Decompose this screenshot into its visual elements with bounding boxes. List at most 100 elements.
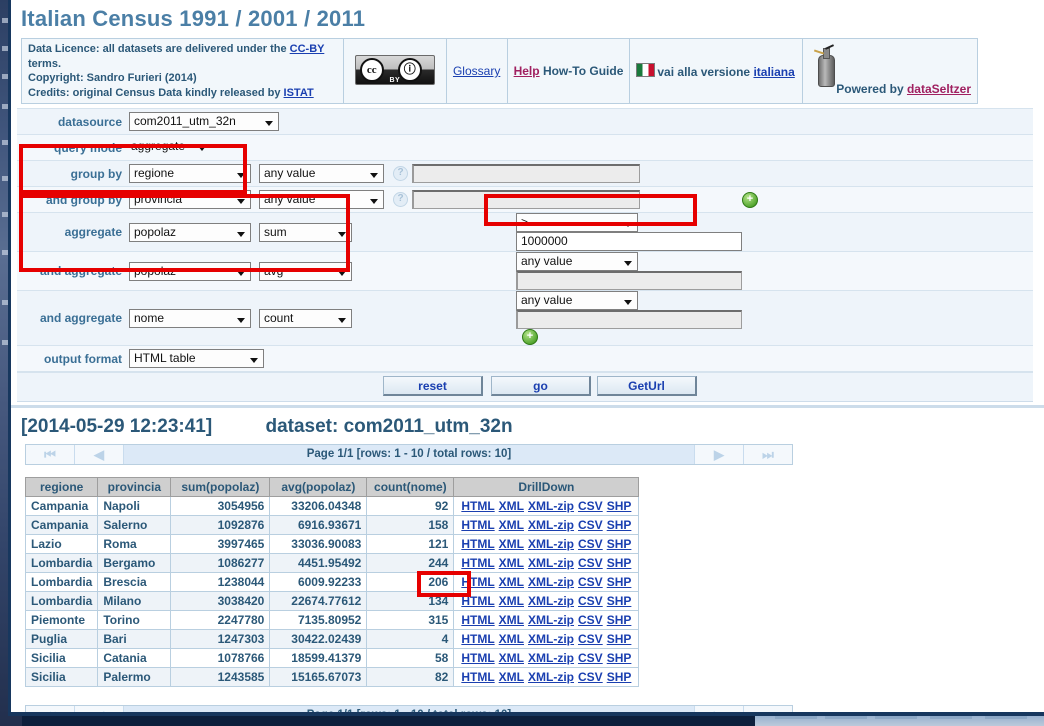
drilldown-html-link[interactable]: HTML [461, 613, 494, 627]
drilldown-xml-link[interactable]: XML [499, 556, 524, 570]
drilldown-xmlzip-link[interactable]: XML-zip [528, 632, 574, 646]
pager-next-button-top[interactable]: ▶ [694, 445, 743, 464]
aggregate2-field-select[interactable]: popolaz [129, 261, 251, 281]
cell-avg-popolaz: 33036.90083 [269, 534, 368, 554]
drilldown-xmlzip-link[interactable]: XML-zip [528, 518, 574, 532]
drilldown-html-link[interactable]: HTML [461, 556, 494, 570]
drilldown-shp-link[interactable]: SHP [607, 575, 632, 589]
group-by-filter-select[interactable]: any value [259, 164, 384, 183]
drilldown-csv-link[interactable]: CSV [578, 670, 603, 684]
drilldown-xml-link[interactable]: XML [499, 499, 524, 513]
aggregate1-value-input[interactable]: 1000000 [516, 232, 742, 251]
cc-by-link[interactable]: CC-BY [290, 43, 325, 55]
drilldown-shp-link[interactable]: SHP [607, 499, 632, 513]
aggregate3-field-select[interactable]: nome [129, 308, 251, 328]
drilldown-xmlzip-link[interactable]: XML-zip [528, 499, 574, 513]
drilldown-xml-link[interactable]: XML [499, 632, 524, 646]
aggregate1-operator-select[interactable]: > [516, 213, 638, 232]
pager-top: ⏮ ◀ Page 1/1 [rows: 1 - 10 / total rows:… [25, 444, 793, 465]
drilldown-html-link[interactable]: HTML [461, 651, 494, 665]
drilldown-csv-link[interactable]: CSV [578, 556, 603, 570]
drilldown-xml-link[interactable]: XML [499, 537, 524, 551]
pager-prev-button-bottom[interactable]: ◀ [75, 706, 124, 712]
group-by-field-select[interactable]: regione [129, 164, 251, 183]
pager-last-button-bottom[interactable]: ⏭ [743, 706, 792, 712]
pager-prev-button-top[interactable]: ◀ [75, 445, 124, 464]
pager-last-button-top[interactable]: ⏭ [743, 445, 792, 464]
drilldown-html-link[interactable]: HTML [461, 575, 494, 589]
aggregate3-function-select[interactable]: count [259, 308, 352, 328]
drilldown-csv-link[interactable]: CSV [578, 651, 603, 665]
drilldown-csv-link[interactable]: CSV [578, 613, 603, 627]
and-group-by-value-input[interactable] [412, 190, 640, 209]
aggregate1-function-select[interactable]: sum [259, 222, 352, 242]
drilldown-html-link[interactable]: HTML [461, 518, 494, 532]
drilldown-xml-link[interactable]: XML [499, 670, 524, 684]
glossary-link[interactable]: Glossary [453, 64, 500, 78]
drilldown-csv-link[interactable]: CSV [578, 518, 603, 532]
help-link[interactable]: Help [514, 64, 540, 78]
drilldown-html-link[interactable]: HTML [461, 670, 494, 684]
drilldown-html-link[interactable]: HTML [461, 632, 494, 646]
drilldown-csv-link[interactable]: CSV [578, 499, 603, 513]
drilldown-shp-link[interactable]: SHP [607, 537, 632, 551]
drilldown-html-link[interactable]: HTML [461, 499, 494, 513]
drilldown-xmlzip-link[interactable]: XML-zip [528, 537, 574, 551]
istat-link[interactable]: ISTAT [284, 87, 314, 99]
group-by-value-input[interactable] [412, 164, 640, 183]
aggregate1-field-select[interactable]: popolaz [129, 222, 251, 242]
help-icon[interactable]: ? [393, 166, 408, 182]
query-mode-select[interactable]: aggregate [129, 138, 211, 157]
pager-first-button-bottom[interactable]: ⏮ [26, 706, 75, 712]
drilldown-shp-link[interactable]: SHP [607, 613, 632, 627]
drilldown-xmlzip-link[interactable]: XML-zip [528, 594, 574, 608]
licence-header-table: Data Licence: all datasets are delivered… [21, 38, 978, 104]
drilldown-xmlzip-link[interactable]: XML-zip [528, 613, 574, 627]
drilldown-shp-link[interactable]: SHP [607, 670, 632, 684]
drilldown-shp-link[interactable]: SHP [607, 518, 632, 532]
drilldown-csv-link[interactable]: CSV [578, 632, 603, 646]
dataseltzer-link[interactable]: dataSeltzer [907, 82, 971, 96]
reset-button[interactable]: reset [383, 376, 483, 396]
drilldown-xmlzip-link[interactable]: XML-zip [528, 575, 574, 589]
drilldown-xml-link[interactable]: XML [499, 518, 524, 532]
aggregate3-operator-select[interactable]: any value [516, 291, 638, 310]
go-button[interactable]: go [491, 376, 591, 396]
drilldown-xmlzip-link[interactable]: XML-zip [528, 670, 574, 684]
and-group-by-filter-select[interactable]: any value [259, 190, 384, 209]
drilldown-xml-link[interactable]: XML [499, 575, 524, 589]
aggregate3-value-input[interactable] [516, 310, 742, 329]
drilldown-html-link[interactable]: HTML [461, 537, 494, 551]
copyright-line: Copyright: Sandro Furieri (2014) [28, 72, 197, 84]
drilldown-xml-link[interactable]: XML [499, 613, 524, 627]
drilldown-shp-link[interactable]: SHP [607, 651, 632, 665]
drilldown-xmlzip-link[interactable]: XML-zip [528, 651, 574, 665]
drilldown-csv-link[interactable]: CSV [578, 594, 603, 608]
and-group-by-field-select[interactable]: provincia [129, 190, 251, 209]
drilldown-xmlzip-link[interactable]: XML-zip [528, 556, 574, 570]
drilldown-csv-link[interactable]: CSV [578, 537, 603, 551]
aggregate2-value-input[interactable] [516, 271, 742, 290]
pager-first-button-top[interactable]: ⏮ [26, 445, 75, 464]
drilldown-csv-link[interactable]: CSV [578, 575, 603, 589]
col-regione: regione [24, 477, 99, 497]
aggregate2-operator-select[interactable]: any value [516, 252, 638, 271]
drilldown-shp-link[interactable]: SHP [607, 632, 632, 646]
table-row: Lombardia Brescia 1238044 6009.92233 206 HTML… [24, 572, 640, 592]
drilldown-html-link[interactable]: HTML [461, 594, 494, 608]
help-icon[interactable]: ? [393, 192, 408, 208]
drilldown-xml-link[interactable]: XML [499, 651, 524, 665]
pager-next-button-bottom[interactable]: ▶ [694, 706, 743, 712]
geturl-button[interactable]: GetUrl [597, 376, 697, 396]
drilldown-shp-link[interactable]: SHP [607, 594, 632, 608]
cell-sum-popolaz: 1086277 [170, 553, 271, 573]
drilldown-xml-link[interactable]: XML [499, 594, 524, 608]
drilldown-shp-link[interactable]: SHP [607, 556, 632, 570]
output-format-select[interactable]: HTML table [129, 349, 264, 368]
add-aggregate-icon[interactable]: + [522, 329, 538, 345]
cell-count-nome: 4 [366, 629, 455, 649]
italian-version-link[interactable]: italiana [753, 65, 794, 79]
datasource-select[interactable]: com2011_utm_32n [129, 112, 279, 131]
aggregate2-function-select[interactable]: avg [259, 261, 352, 281]
add-group-by-icon[interactable]: + [742, 191, 758, 208]
